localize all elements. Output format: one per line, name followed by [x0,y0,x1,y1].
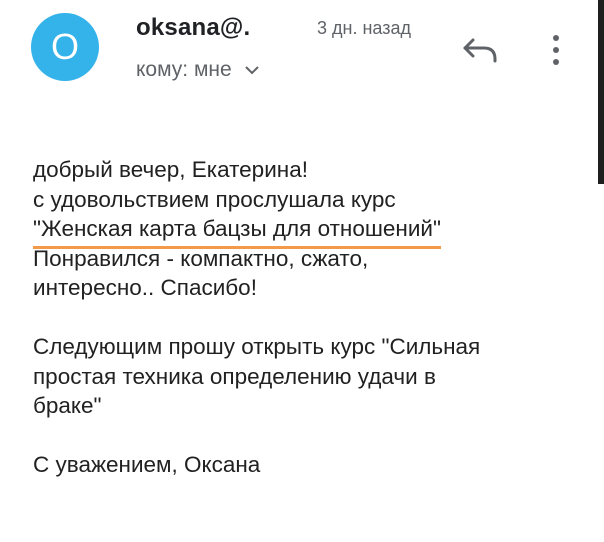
chevron-down-icon [244,66,259,75]
signature-line: С уважением, Оксана [33,452,261,477]
sender-avatar[interactable]: O [31,13,99,81]
message-line: Понравился - компактно, сжато, [33,245,369,271]
message-line: Следующим прошу открыть курс "Сильная [33,334,481,359]
sender-name[interactable]: oksana@. [136,14,250,42]
more-vert-icon[interactable] [546,30,566,70]
reply-icon[interactable] [460,34,500,66]
message-line: интересно.. Спасибо! [33,275,257,300]
message-line: с удовольствием прослушала курс [33,186,396,212]
recipient-toggle[interactable]: кому: мне [136,58,260,82]
message-line: браке" [33,393,102,418]
timestamp: 3 дн. назад [317,18,411,38]
recipient-label: кому: мне [136,58,232,81]
message-line: простая техника определению удачи в [33,363,436,389]
course-title-line: "Женская карта бацзы для отношений" [33,214,578,249]
email-header: O oksana@. 3 дн. назад кому: мне [0,0,604,110]
screen-edge [598,0,604,184]
message-body: добрый вечер, Екатерина! с удовольствием… [33,155,578,480]
greeting-line: добрый вечер, Екатерина! [33,157,308,182]
